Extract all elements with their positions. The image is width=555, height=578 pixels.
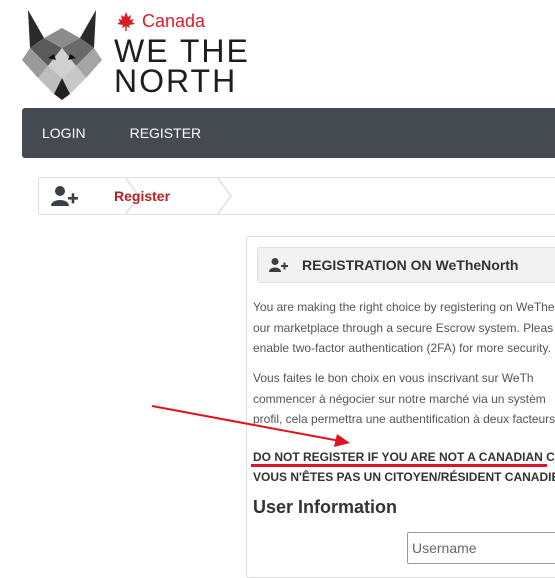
add-user-icon (269, 258, 288, 272)
panel-title: REGISTRATION ON WeTheNorth (302, 257, 519, 273)
brand-title: WE THE NORTH (114, 33, 250, 99)
intro-french: Vous faites le bon choix en vous inscriv… (253, 368, 555, 430)
user-information-heading: User Information (253, 497, 398, 517)
brand-country: Canada (116, 10, 205, 32)
nav-register[interactable]: REGISTER (130, 125, 202, 141)
brand-country-label: Canada (142, 10, 206, 31)
intro-english-line: enable two-factor authentication (2FA) f… (253, 341, 551, 355)
registration-panel: REGISTRATION ON WeTheNorth You are makin… (246, 236, 555, 578)
breadcrumb-separator-icon (216, 177, 233, 215)
intro-french-line: profil, cela permettra une authentificat… (253, 412, 555, 426)
username-input[interactable] (407, 532, 555, 564)
warning-underline (251, 464, 547, 467)
nav-login[interactable]: LOGIN (42, 125, 86, 141)
intro-english-line: You are making the right choice by regis… (253, 300, 555, 314)
brand-title-line2: NORTH (114, 63, 238, 99)
add-user-icon[interactable] (49, 184, 79, 208)
intro-french-line: Vous faites le bon choix en vous inscriv… (253, 371, 534, 385)
intro-english-line: our marketplace through a secure Escrow … (253, 320, 554, 335)
breadcrumb: Register (38, 177, 555, 215)
intro-english: You are making the right choice by regis… (253, 297, 555, 359)
breadcrumb-current[interactable]: Register (114, 188, 170, 204)
wolf-logo (22, 10, 102, 100)
brand-title-line1: WE THE (114, 33, 250, 69)
warning-english: DO NOT REGISTER IF YOU ARE NOT A CANADIA… (253, 450, 555, 464)
intro-french-line: commencer à négocier sur notre marché vi… (253, 391, 546, 406)
main-navbar: LOGIN REGISTER (22, 108, 555, 158)
maple-leaf-icon (117, 12, 135, 31)
warning-french: VOUS N'ÊTES PAS UN CITOYEN/RÉSIDENT CANA… (253, 470, 555, 484)
panel-header: REGISTRATION ON WeTheNorth (257, 247, 555, 283)
